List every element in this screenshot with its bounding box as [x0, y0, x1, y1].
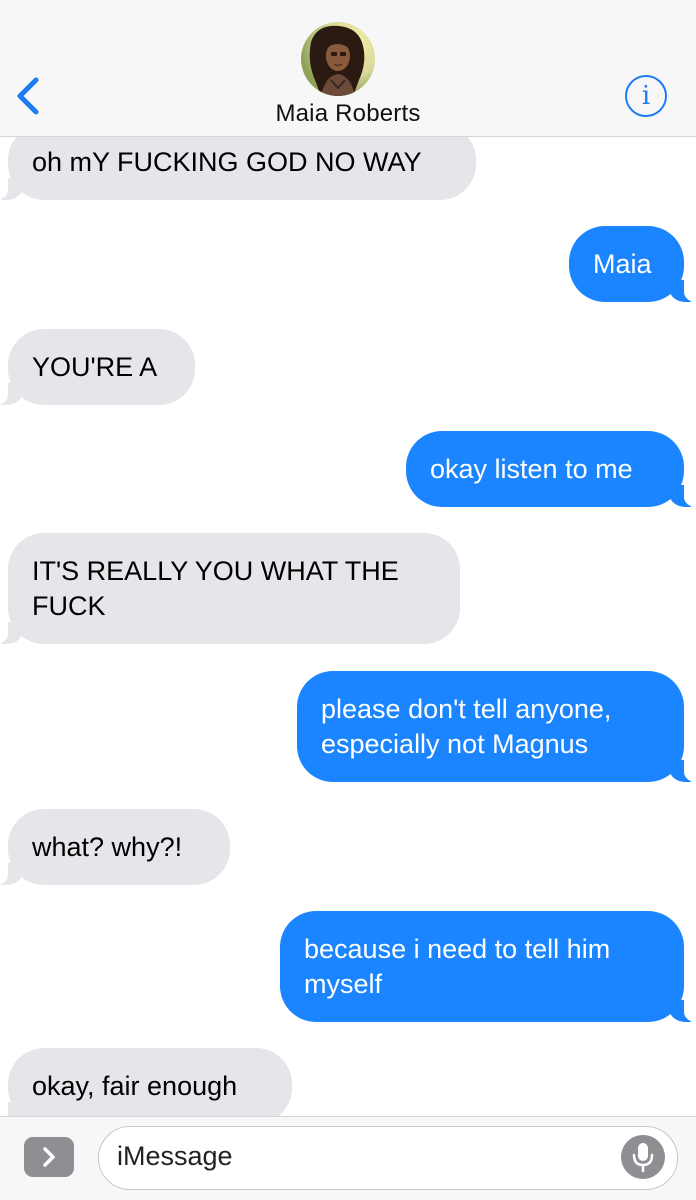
- message-input-placeholder: iMessage: [117, 1141, 233, 1171]
- message-text: Maia: [593, 248, 652, 279]
- contact-name[interactable]: Maia Roberts: [0, 100, 696, 128]
- messages-app: oh mY FUCKING GOD NO WAY Maia YOU'RE A o…: [0, 0, 696, 1200]
- info-button[interactable]: i: [625, 75, 667, 117]
- message-text: what? why?!: [32, 831, 183, 862]
- microphone-icon: [632, 1143, 654, 1173]
- message-text: please don't tell anyone, especially not…: [321, 693, 612, 759]
- message-bubble-outgoing[interactable]: Maia: [569, 226, 696, 302]
- message-text: oh mY FUCKING GOD NO WAY: [32, 146, 422, 177]
- message-text: YOU'RE A: [32, 351, 158, 382]
- composer-bar: iMessage: [0, 1116, 696, 1200]
- message-bubble-incoming[interactable]: okay, fair enough: [0, 1048, 292, 1116]
- contact-avatar[interactable]: [301, 22, 375, 96]
- avatar-photo: [301, 22, 375, 96]
- message-text: because i need to tell him myself: [304, 933, 611, 999]
- message-bubble-incoming[interactable]: IT'S REALLY YOU WHAT THE FUCK: [0, 533, 460, 644]
- info-icon: i: [641, 81, 651, 111]
- message-text: okay listen to me: [430, 453, 633, 484]
- message-bubble-incoming[interactable]: YOU'RE A: [0, 329, 195, 405]
- message-bubble-outgoing[interactable]: okay listen to me: [406, 431, 696, 507]
- apps-button[interactable]: [24, 1137, 74, 1177]
- message-text: IT'S REALLY YOU WHAT THE FUCK: [32, 555, 399, 621]
- dictation-button[interactable]: [621, 1135, 665, 1179]
- message-bubble-outgoing[interactable]: because i need to tell him myself: [280, 911, 696, 1022]
- message-text: okay, fair enough: [32, 1070, 238, 1101]
- message-thread[interactable]: oh mY FUCKING GOD NO WAY Maia YOU'RE A o…: [0, 0, 696, 1116]
- message-input[interactable]: iMessage: [98, 1126, 678, 1190]
- message-bubble-outgoing[interactable]: please don't tell anyone, especially not…: [297, 671, 696, 782]
- conversation-header: Maia Roberts i: [0, 0, 696, 137]
- chevron-right-icon: [43, 1147, 55, 1167]
- message-bubble-incoming[interactable]: what? why?!: [0, 809, 230, 885]
